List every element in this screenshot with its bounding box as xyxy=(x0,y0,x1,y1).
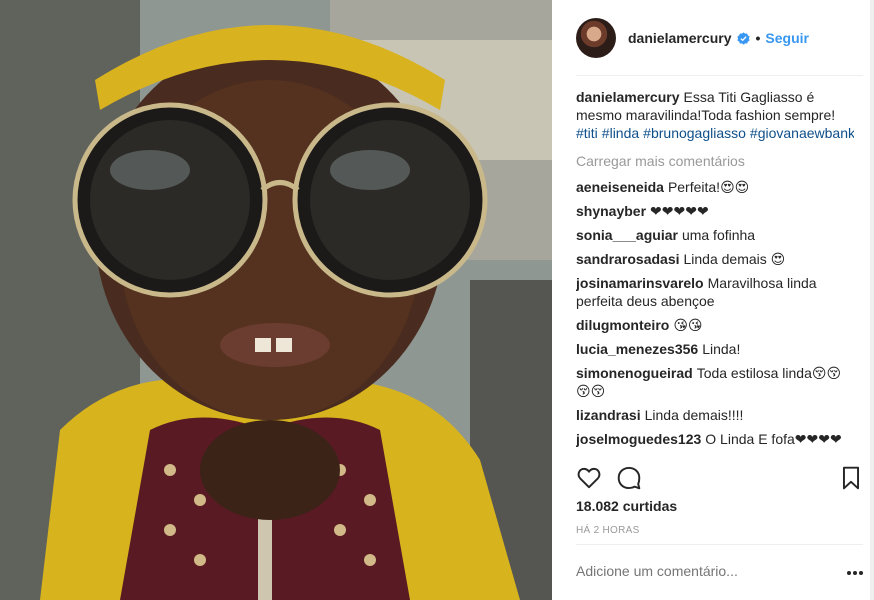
header-username[interactable]: danielamercury xyxy=(628,30,732,46)
comment-text: Linda demais 😍 xyxy=(683,251,786,267)
header-separator: • xyxy=(755,30,761,46)
photo-illustration xyxy=(0,0,552,600)
heart-icon[interactable] xyxy=(576,465,602,491)
comment-username[interactable]: joselmoguedes123 xyxy=(576,431,701,447)
verified-badge-icon xyxy=(736,31,750,45)
header-info: danielamercury • Seguir xyxy=(628,30,809,46)
comment-username[interactable]: sonia___aguiar xyxy=(576,227,678,243)
comment-text: Linda demais!!!! xyxy=(644,407,744,423)
comment-username[interactable]: lizandrasi xyxy=(576,407,641,423)
comment-item: lizandrasi Linda demais!!!! xyxy=(576,406,854,424)
comment-text: O Linda E fofa❤❤❤❤ xyxy=(705,431,842,447)
hashtag-link[interactable]: #brunogagliasso xyxy=(643,125,746,141)
comment-item: simonenogueirad Toda estilosa linda😚😚😚😚 xyxy=(576,364,854,400)
comment-username[interactable]: josinamarinsvarelo xyxy=(576,275,704,291)
comment-username[interactable]: lucia_menezes356 xyxy=(576,341,698,357)
post-photo[interactable] xyxy=(0,0,552,600)
comment-username[interactable]: simonenogueirad xyxy=(576,365,693,381)
comment-item: joselmoguedes123 O Linda E fofa❤❤❤❤ xyxy=(576,430,854,448)
comment-item: aeneiseneida Perfeita!😍😍 xyxy=(576,178,854,196)
comment-item: dilugmonteiro 😘😘 xyxy=(576,316,854,334)
comment-username[interactable]: aeneiseneida xyxy=(576,179,664,195)
comment-item: shynayber ❤❤❤❤❤ xyxy=(576,202,854,220)
comment-username[interactable]: sandrarosadasi xyxy=(576,251,680,267)
add-comment-input[interactable] xyxy=(576,563,816,579)
comment-text: Linda! xyxy=(702,341,741,357)
caption: danielamercury Essa Titi Gagliasso é mesm… xyxy=(576,88,854,124)
post-header: danielamercury • Seguir xyxy=(576,18,863,76)
load-more-comments[interactable]: Carregar mais comentários xyxy=(576,152,854,170)
comment-item: josinamarinsvarelo Maravilhosa linda perf… xyxy=(576,274,854,310)
hashtag-link[interactable]: #giovanaewbank xyxy=(750,125,854,141)
caption-username[interactable]: danielamercury xyxy=(576,89,680,105)
comment-text: ❤❤❤❤❤ xyxy=(650,203,709,219)
comment-item: lucia_menezes356 Linda! xyxy=(576,340,854,358)
post-timestamp: HÁ 2 HORAS xyxy=(576,525,640,536)
comment-username[interactable]: dilugmonteiro xyxy=(576,317,669,333)
comment-bubble-icon[interactable] xyxy=(616,465,642,491)
hashtag-link[interactable]: #titi xyxy=(576,125,598,141)
avatar[interactable] xyxy=(576,18,616,58)
likes-count[interactable]: 18.082 curtidas xyxy=(576,498,677,514)
follow-button[interactable]: Seguir xyxy=(765,30,809,46)
comment-username[interactable]: shynayber xyxy=(576,203,646,219)
divider xyxy=(576,544,863,545)
hashtags: #titi #linda #brunogagliasso #giovanaewbank xyxy=(576,124,854,142)
comment-item: sonia___aguiar uma fofinha xyxy=(576,226,854,244)
hashtag-link[interactable]: #linda xyxy=(602,125,639,141)
action-bar xyxy=(576,463,863,495)
comments-list[interactable]: danielamercury Essa Titi Gagliasso é mesm… xyxy=(576,88,854,463)
comment-item: sandrarosadasi Linda demais 😍 xyxy=(576,250,854,268)
comment-text: uma fofinha xyxy=(681,227,756,243)
post-side-panel: danielamercury • Seguir danielamercury Es… xyxy=(552,0,874,600)
comment-text: Perfeita!😍😍 xyxy=(667,179,750,195)
more-options-icon[interactable] xyxy=(845,563,865,583)
bookmark-icon[interactable] xyxy=(838,465,864,491)
comment-text: 😘😘 xyxy=(673,317,703,333)
